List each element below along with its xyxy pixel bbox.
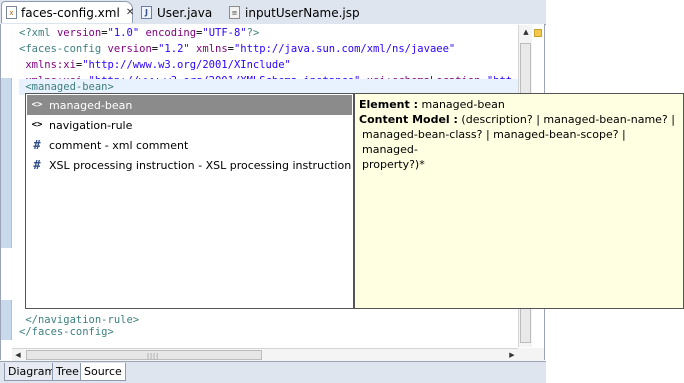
content-assist-popup: <> managed-bean <> navigation-rule # com…	[25, 93, 354, 309]
jsp-file-icon: ≡	[228, 6, 241, 20]
scroll-right-icon[interactable]: ▶	[506, 349, 518, 361]
element-value: managed-bean	[418, 98, 505, 111]
tab-faces-config-xml[interactable]: x faces-config.xml ✕	[1, 1, 134, 23]
element-info-line: Element : managed-bean	[359, 97, 679, 112]
assist-item-label: managed-bean	[49, 98, 133, 112]
warning-marker-icon[interactable]	[534, 29, 542, 37]
code-line-xml-declaration[interactable]: <?xml version="1.0" encoding="UTF-8"?>	[19, 25, 259, 41]
tab-diagram[interactable]: Diagram	[4, 363, 60, 381]
editor-tab-bar: x faces-config.xml ✕ J User.java ≡ input…	[0, 0, 546, 25]
scroll-up-icon[interactable]: ▲	[519, 25, 533, 39]
content-model-value-continued: managed-bean-class? | managed-bean-scope…	[362, 128, 626, 156]
tab-tree[interactable]: Tree	[52, 363, 83, 381]
code-line-faces-config-close[interactable]: </faces-config>	[19, 324, 114, 340]
horizontal-scrollbar[interactable]: ◀ |||| ▶	[12, 348, 518, 362]
close-icon[interactable]: ✕	[126, 7, 134, 18]
hash-icon: #	[33, 158, 41, 172]
tab-label: inputUserName.jsp	[245, 5, 360, 20]
hash-icon: #	[33, 138, 41, 152]
xml-file-icon: x	[6, 6, 17, 20]
assist-item-managed-bean[interactable]: <> managed-bean	[27, 95, 352, 115]
assist-item-navigation-rule[interactable]: <> navigation-rule	[27, 115, 352, 135]
tab-source[interactable]: Source	[80, 363, 126, 381]
content-model-line: Content Model : (description? | managed-…	[359, 112, 679, 127]
element-info-popup: Element : managed-bean Content Model : (…	[354, 93, 684, 309]
assist-item-xsl-processing-instruction[interactable]: # XSL processing instruction - XSL proce…	[27, 155, 352, 175]
scroll-left-icon[interactable]: ◀	[12, 349, 24, 361]
folding-band	[1, 78, 12, 248]
java-file-icon: J	[140, 6, 153, 20]
tab-inputusername-jsp[interactable]: ≡ inputUserName.jsp	[228, 2, 368, 23]
content-model-label: Content Model :	[359, 113, 458, 126]
element-icon: <>	[31, 100, 43, 110]
tab-label: User.java	[157, 5, 213, 20]
code-line-faces-config-open[interactable]: <faces-config version="1.2" xmlns="http:…	[19, 41, 455, 57]
editor-page-tabs: Diagram Tree Source	[0, 361, 546, 383]
content-model-value: (description? | managed-bean-name? |	[457, 113, 675, 126]
folding-band	[1, 300, 12, 340]
scroll-corner	[518, 348, 544, 361]
tab-user-java[interactable]: J User.java	[140, 2, 222, 23]
assist-item-label: comment - xml comment	[49, 138, 189, 152]
element-icon: <>	[31, 120, 43, 130]
element-label: Element :	[359, 98, 418, 111]
tab-label: faces-config.xml	[21, 5, 120, 20]
horizontal-scroll-thumb[interactable]: ||||	[26, 350, 262, 360]
assist-item-label: navigation-rule	[49, 118, 133, 132]
assist-item-comment[interactable]: # comment - xml comment	[27, 135, 352, 155]
grip-icon: ||||	[147, 353, 160, 360]
code-line-xmlns-xi[interactable]: xmlns:xi="http://www.w3.org/2001/XInclud…	[19, 57, 291, 73]
assist-item-label: XSL processing instruction - XSL process…	[49, 158, 352, 172]
content-model-value-end: property?)*	[362, 158, 425, 171]
